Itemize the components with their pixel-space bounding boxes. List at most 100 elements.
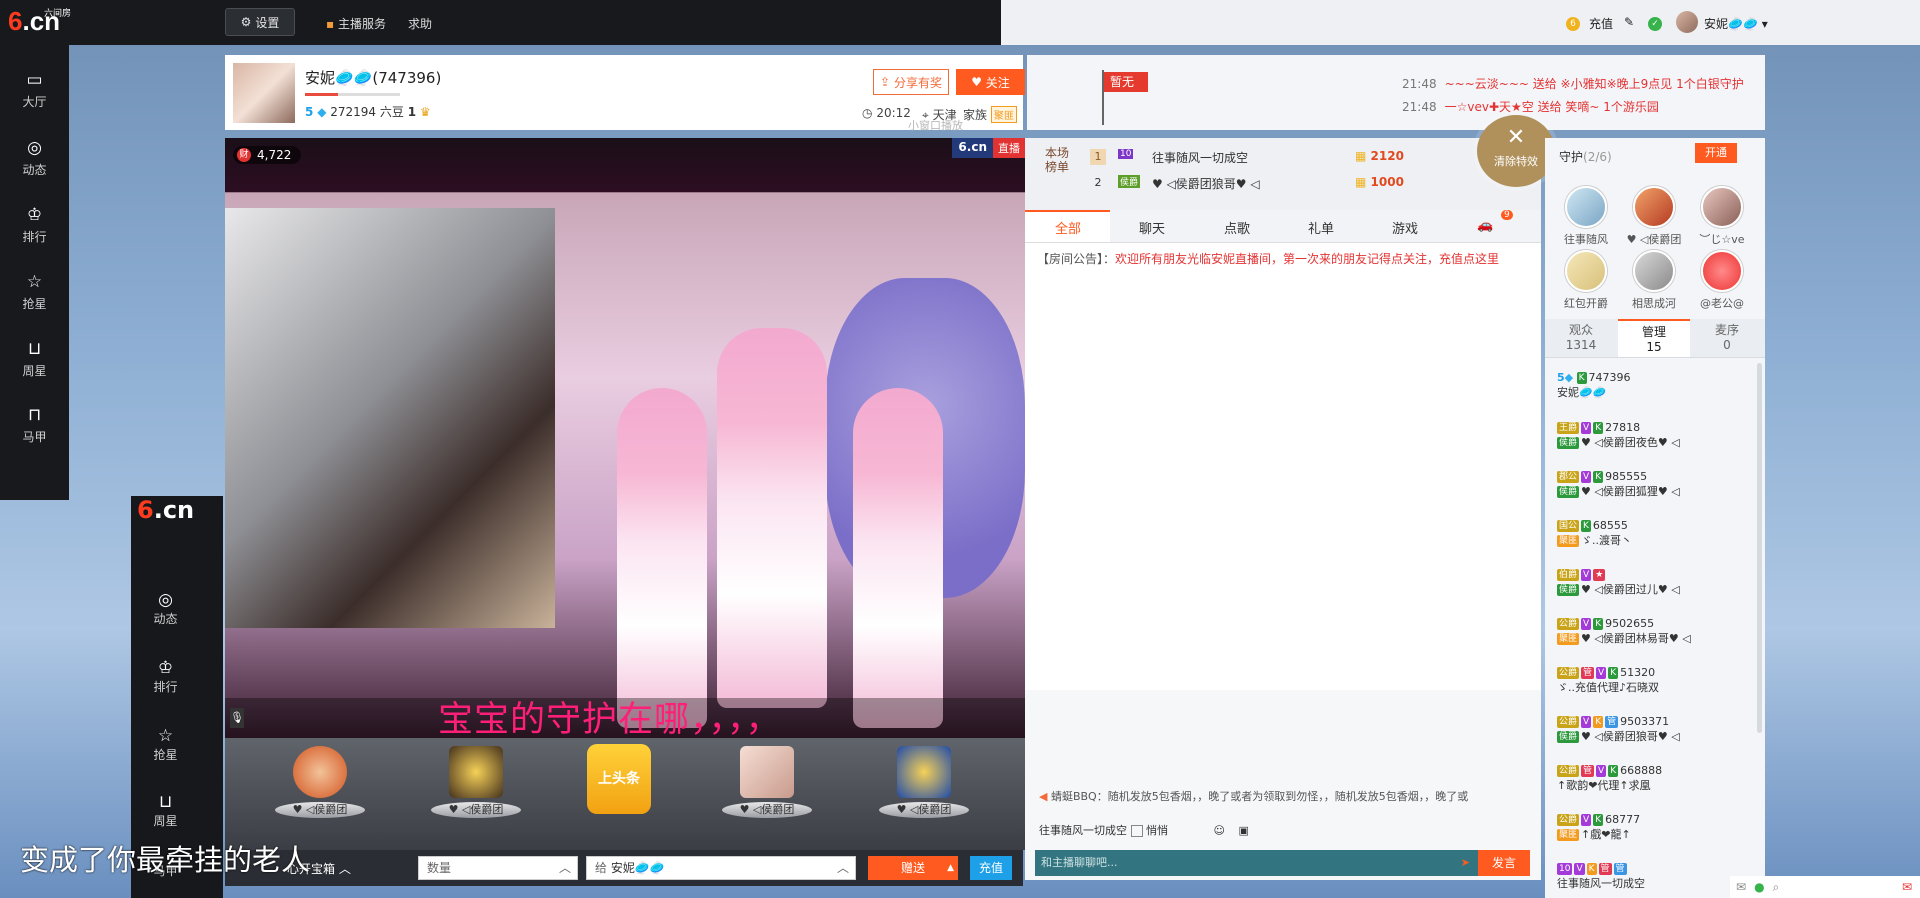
feed-time: 21:48 [1402,77,1437,91]
guard-header: 守护(2/6) [1559,148,1612,165]
tab-games[interactable]: 游戏 [1392,218,1418,237]
mail-icon[interactable]: ✉ [1736,880,1746,894]
gift-label: ♥ ◁侯爵团 [879,802,969,818]
notice-text[interactable]: 欢迎所有朋友光临安妮直播间，第一次来的朋友记得点关注，充值点这里 [1115,252,1499,266]
help-link[interactable]: 求助 [408,15,432,32]
sidebar-item-dynamic[interactable]: ◎ 动态 [0,128,69,190]
user-list-item[interactable]: 公爵 V K 9502655 聚匪 ♥ ◁侯爵团林易哥♥ ◁ [1557,616,1757,646]
anchor-service-label: 主播服务 [337,17,386,31]
user-list-item[interactable]: 国公 K 68555 聚匪 ゞ..渡哥丶 [1557,518,1757,548]
image-icon[interactable]: ▣ [1238,824,1248,837]
cake-icon: ▪ [326,17,335,31]
tab-chat[interactable]: 聊天 [1139,218,1165,237]
user-menu[interactable]: 安妮🥏🥏 ▾ [1704,15,1768,32]
clear-effects-button[interactable]: ✕ 清除特效 [1477,115,1555,187]
mini-item-label: 抢星 [153,748,178,762]
guard-member[interactable]: ︶じ☆ve [1691,186,1753,247]
user-list-item[interactable]: 10 V K 管管往事随风一切成空 [1557,861,1757,891]
sidebar-item-vest[interactable]: ⊓ 马甲 [0,395,69,457]
microphone-icon[interactable]: 🎙 [230,708,244,728]
give-gift-button[interactable]: 赠送 ▲ [868,856,958,880]
tab-song-request[interactable]: 点歌 [1224,218,1250,237]
verified-icon[interactable]: ✓ [1648,15,1662,31]
basket-icon: ⊔ [158,792,173,812]
search-icon[interactable]: ⌕ [1773,880,1780,895]
user-list-item[interactable]: 公爵管 V K 51320 ゞ..充值代理♪石晓双 [1557,665,1757,695]
mini-item-grab-star[interactable]: ☆ 抢星 [131,726,200,763]
checkbox-whisper[interactable] [1130,825,1143,837]
small-window-link[interactable]: 小窗口播放 [908,117,963,133]
user-list-item[interactable]: 公爵 V K 管 9503371 侯爵 ♥ ◁侯爵团狼哥♥ ◁ [1557,714,1757,744]
guard-member[interactable]: @老公@ [1691,250,1753,311]
mini-item-weekly-star[interactable]: ⊔ 周星 [131,792,200,829]
tab-gift-list[interactable]: 礼单 [1308,218,1334,237]
message-icon[interactable]: ✉ [1902,880,1912,894]
system-message-text: 蜻蜓BBQ：随机发放5包香烟，，晚了或者为领取到勿怪，，随机发放5包香烟，，晚了… [1050,790,1469,803]
rank-coin-value: 1000 [1370,175,1404,189]
mini-item-ranking[interactable]: ♔ 排行 [131,658,200,695]
user-name: 往事随风一切成空 [1557,877,1645,890]
anchor-family[interactable]: 家族 聚匪 [963,106,1017,123]
tab-all[interactable]: 全部 [1055,218,1081,237]
emoji-icon[interactable]: ☺ [1214,824,1225,837]
user-list-scrollbar[interactable] [1757,363,1762,733]
crown-icon: ♔ [157,658,174,678]
user-avatar[interactable] [1676,11,1698,36]
quantity-select[interactable]: 数量 ︿ [418,856,578,880]
tab-label: 管理 [1641,325,1666,339]
mini-logo[interactable]: 6.cn [131,496,223,542]
user-list-item[interactable]: 公爵管 V K 668888 ↑歌韵❤代理↑求凰 [1557,763,1757,793]
guard-member[interactable]: 红包开爵 [1555,250,1617,311]
user-list-item[interactable]: 伯爵 V ★ 侯爵 ♥ ◁侯爵团过儿♥ ◁ [1557,567,1757,597]
headline-gift[interactable]: 上头条 [587,744,651,814]
video-caption: 宝宝的守护在哪，，，， [438,700,782,738]
guard-member[interactable]: 相思成河 [1623,250,1685,311]
rank-panel: 本场榜单 1 10 往事随风一切成空 ▦ 2120 2 侯爵 ♥ ◁侯爵团狼哥♥… [1025,138,1541,210]
recharge-button[interactable]: 充值 [970,856,1012,880]
sidebar-item-grab-star[interactable]: ☆ 抢星 [0,262,69,324]
live-video[interactable]: 财 4,722 6.cn 直播 宝宝的守护在哪，，，， 🎙 [225,138,1025,738]
settings-button[interactable]: ⚙ 设置 [225,8,295,36]
send-message-button[interactable]: 发言 [1478,850,1530,876]
tab-audience[interactable]: 观众 1314 [1545,323,1617,353]
guard-member[interactable]: ♥ ◁侯爵团 [1623,186,1685,247]
sidebar-item-ranking[interactable]: ♔ 排行 [0,195,69,257]
mini-item-dynamic[interactable]: ◎ 动态 [131,590,200,627]
anchor-avatar[interactable] [233,63,295,123]
recharge-link[interactable]: 充值 [1589,15,1613,32]
rank-label[interactable]: 本场榜单 [1042,146,1072,174]
verified-icon[interactable]: ● [1754,880,1764,894]
user-list-item[interactable]: 公爵 V K 68777 聚匪 ↑戲❤龍↑ [1557,812,1757,842]
gift-item[interactable]: ♥ ◁侯爵团 [722,746,812,836]
rank-row[interactable]: 2 侯爵 ♥ ◁侯爵团狼哥♥ ◁ ▦ 1000 [1090,170,1510,196]
crown-icon: ♛ [419,105,431,119]
sidebar-item-hall[interactable]: ▭ 大厅 [0,60,69,122]
chat-target-user[interactable]: 往事随风一切成空 [1039,824,1127,837]
open-guard-button[interactable]: 开通 [1695,143,1737,163]
user-list-item[interactable]: 5◆ K 747396 安妮🥏🥏 [1557,370,1757,400]
user-list-item[interactable]: 郡公 V K 985555 侯爵 ♥ ◁侯爵团狐狸♥ ◁ [1557,469,1757,499]
top-fan-flag[interactable]: 暂无 [1104,72,1148,92]
guard-name: 往事随风 [1564,233,1608,246]
guard-avatar [1565,186,1607,228]
car-icon[interactable]: 🚗 [1477,218,1493,233]
sidebar-item-weekly-star[interactable]: ⊔ 周星 [0,329,69,391]
feed-time: 21:48 [1402,100,1437,114]
gift-item[interactable]: ♥ ◁侯爵团 [275,746,365,836]
edit-icon[interactable]: ✎ [1624,15,1634,29]
share-button[interactable]: ⇪ 分享有奖 [873,69,949,95]
guard-member[interactable]: 往事随风 [1555,186,1617,247]
anchor-service-link[interactable]: ▪ 主播服务 [326,15,386,32]
follow-button[interactable]: ♥ 关注 [956,69,1025,95]
viewer-count-value: 4,722 [257,148,292,162]
gift-item[interactable]: ♥ ◁侯爵团 [431,746,521,836]
feed-text: ~~~云淡~~~ 送给 ※小雅知※晚上9点见 1个白银守护 [1444,77,1744,91]
user-list-item[interactable]: 王爵 V K 27818 侯爵 ♥ ◁侯爵团夜色♥ ◁ [1557,420,1757,450]
tab-mic-queue[interactable]: 麦序 0 [1691,323,1763,353]
gift-item[interactable]: ♥ ◁侯爵团 [879,746,969,836]
recipient-select[interactable]: 给 安妮🥏🥏 ︿ [586,856,856,880]
chat-input[interactable]: 和主播聊聊吧... ➤ [1035,850,1478,876]
anchor-header: 安妮🥏🥏(747396) 5 ◆ 272194 六豆 1 ♛ ⇪ 分享有奖 ♥ … [225,55,1025,133]
tab-admins[interactable]: 管理 15 [1618,319,1690,357]
rank-row[interactable]: 1 10 往事随风一切成空 ▦ 2120 [1090,144,1510,170]
